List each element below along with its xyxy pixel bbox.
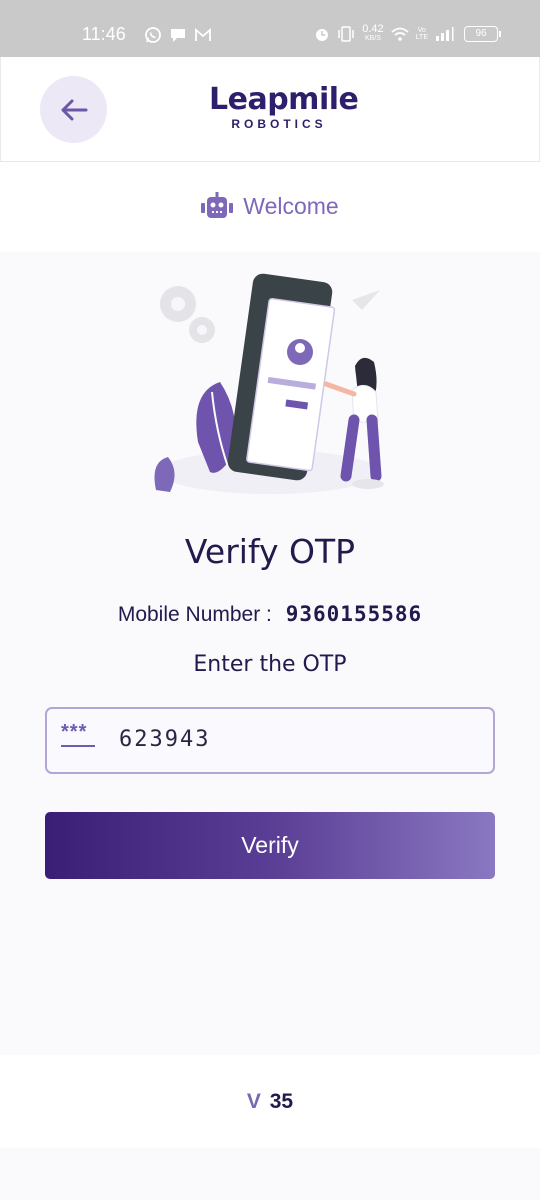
welcome-label: Welcome: [243, 192, 339, 219]
mobile-number-label: Mobile Number :: [117, 603, 272, 626]
verify-button[interactable]: Verify: [45, 812, 495, 879]
whatsapp-icon: [145, 27, 161, 43]
mobile-number-row: Mobile Number : 9360155586: [0, 602, 540, 627]
back-button[interactable]: [40, 76, 107, 143]
volte-top: Vo: [417, 27, 426, 34]
status-right-icons: 0.42 KB/S Vo LTE 96: [314, 23, 501, 43]
status-time: 11:46: [82, 24, 126, 44]
gmail-icon: [195, 28, 211, 41]
app-version: V 35: [0, 1090, 540, 1114]
bottom-strip: [0, 1148, 540, 1200]
vibrate-icon: [338, 26, 354, 42]
app-footer: V 35: [0, 1055, 540, 1148]
version-number: 35: [269, 1090, 294, 1113]
brand-logo: Leapmile ROBOTICS: [209, 82, 359, 132]
net-speed-unit: KB/S: [364, 35, 381, 42]
battery-indicator: 96: [464, 26, 501, 42]
person-with-phone-illustration: [154, 273, 384, 494]
app-header: Leapmile ROBOTICS: [0, 57, 540, 162]
volte-bottom: LTE: [415, 34, 428, 41]
status-left-icons: [144, 26, 212, 44]
logo-word: Leapmile: [209, 82, 359, 117]
enter-otp-label: Enter the OTP: [193, 652, 347, 677]
net-speed: 0.42 KB/S: [362, 23, 384, 43]
password-icon: ***: [61, 722, 95, 747]
volte-badge: Vo LTE: [416, 27, 428, 41]
net-speed-value: 0.42: [362, 23, 384, 35]
mobile-number-value: 9360155586: [285, 602, 423, 626]
gear-icon: [160, 286, 215, 343]
status-bar: 11:46 0.42 KB/S Vo LTE 96: [0, 0, 540, 57]
otp-input-value: 623943: [119, 727, 211, 752]
robot-icon: [201, 192, 234, 218]
alarm-icon: [316, 29, 329, 41]
verify-button-label: Verify: [241, 832, 299, 858]
welcome-band: Welcome: [0, 162, 540, 252]
arrow-left-icon: [61, 99, 87, 120]
chat-icon: [171, 29, 185, 42]
logo-subtitle: ROBOTICS: [231, 117, 327, 131]
otp-panel: Verify OTP Mobile Number : 9360155586 En…: [0, 252, 540, 1055]
otp-input[interactable]: *** 623943: [45, 707, 495, 774]
version-prefix: V: [246, 1090, 261, 1113]
signal-icon: [436, 27, 454, 41]
wifi-icon: [391, 27, 409, 41]
password-icon-glyph: ***: [61, 721, 88, 743]
page-title: Verify OTP: [184, 532, 356, 571]
welcome-heading: Welcome: [0, 192, 540, 220]
